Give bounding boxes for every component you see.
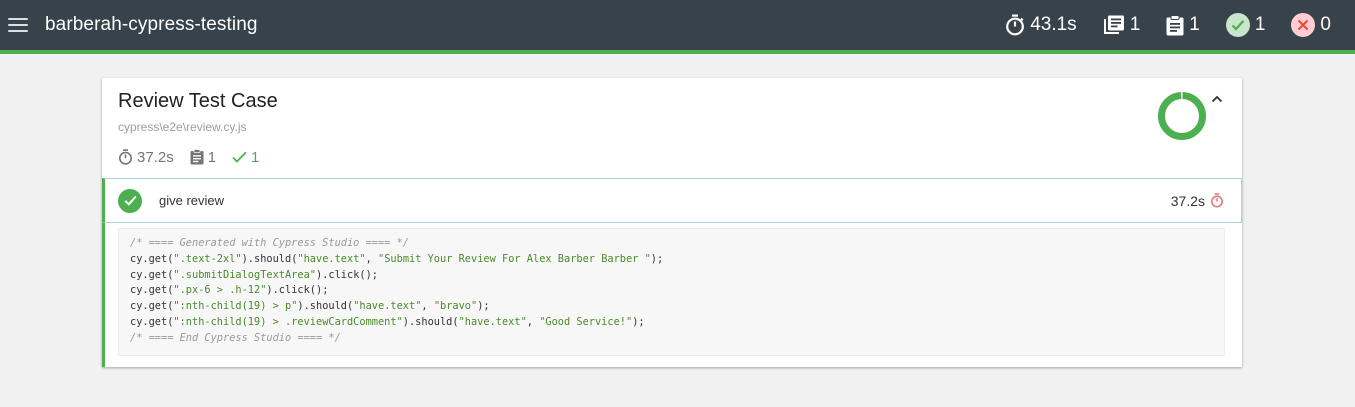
suite-title: Review Test Case — [118, 90, 278, 112]
test-duration-value: 37.2s — [1170, 192, 1205, 209]
code-string: ":nth-child(19) > p" — [173, 300, 298, 313]
code-string: "have.text" — [297, 252, 366, 265]
code-comment: /* ==== End Cypress Studio ==== */ — [130, 331, 341, 344]
code-token: , — [526, 315, 540, 328]
clipboard-icon — [1166, 14, 1184, 35]
suite-card: Review Test Case cypress\e2e\review.cy.j… — [102, 78, 1242, 367]
suite-duration-value: 37.2s — [137, 148, 174, 166]
passes-count: 1 — [1254, 14, 1266, 35]
code-string: "Good Service!" — [539, 315, 633, 328]
code-token: cy.get( — [130, 252, 174, 265]
tests-stat[interactable]: 1 — [1166, 14, 1200, 36]
menu-icon[interactable] — [8, 18, 28, 32]
test-status-bar — [102, 223, 105, 367]
code-string: ":nth-child(19) > .reviewCardComment" — [173, 315, 403, 328]
duration-stat: 43.1s — [1005, 14, 1077, 36]
test-duration: 37.2s — [1171, 179, 1224, 222]
failures-stat[interactable]: 0 — [1291, 13, 1331, 37]
code-string: "have.text" — [353, 300, 422, 313]
code-token: cy.get( — [130, 300, 174, 313]
suite-duration: 37.2s — [118, 149, 174, 166]
suite-passes-count: 1 — [251, 148, 260, 166]
code-string: ".submitDialogTextArea" — [173, 268, 316, 281]
duration-value: 43.1s — [1030, 14, 1077, 35]
code-token: cy.get( — [130, 284, 174, 297]
code-token: ).should( — [297, 300, 354, 313]
code-line: cy.get(".px-6 > .h-12").click(); — [130, 283, 1213, 299]
test-code-block: /* ==== Generated with Cypress Studio ==… — [118, 228, 1225, 356]
code-line: cy.get(".submitDialogTextArea").click(); — [130, 268, 1213, 284]
code-line: cy.get(".text-2xl").should("have.text", … — [130, 252, 1213, 268]
code-comment: /* ==== Generated with Cypress Studio ==… — [130, 237, 409, 249]
suite-passes: 1 — [232, 149, 259, 166]
check-icon — [232, 151, 247, 163]
suite-summary: 37.2s 1 1 — [118, 148, 259, 166]
code-token: ).should( — [241, 252, 298, 265]
code-line: /* ==== Generated with Cypress Studio ==… — [130, 236, 1213, 252]
library-books-icon — [1103, 15, 1124, 34]
code-string: "have.text" — [458, 315, 527, 328]
suite-tests-count: 1 — [207, 148, 217, 166]
code-token: ); — [632, 315, 645, 328]
code-token: ); — [477, 300, 490, 313]
code-token: cy.get( — [130, 315, 174, 328]
stopwatch-icon — [1211, 193, 1223, 208]
code-string: ".text-2xl" — [173, 252, 242, 265]
test-row-give-review[interactable]: give review 37.2s — [102, 178, 1242, 223]
code-token: , — [365, 252, 379, 265]
pass-rate-donut-chart — [1158, 92, 1206, 140]
code-line: /* ==== End Cypress Studio ==== */ — [130, 331, 1213, 347]
clipboard-icon — [190, 149, 204, 165]
code-token: cy.get( — [130, 268, 174, 281]
report-title: barberah-cypress-testing — [45, 14, 258, 35]
top-navbar: barberah-cypress-testing 43.1s 1 1 1 0 — [0, 0, 1355, 50]
close-circle-icon — [1291, 13, 1316, 37]
check-circle-icon — [118, 188, 142, 213]
check-circle-icon — [1225, 13, 1250, 37]
code-line: cy.get(":nth-child(19) > p").should("hav… — [130, 299, 1213, 315]
summary-stats: 43.1s 1 1 1 0 — [1005, 0, 1331, 50]
chevron-up-icon[interactable] — [1210, 92, 1224, 106]
passes-stat[interactable]: 1 — [1225, 13, 1266, 37]
pass-arc — [1158, 92, 1206, 140]
suite-file-path: cypress\e2e\review.cy.js — [118, 120, 247, 134]
navbar-status-bar — [0, 50, 1355, 54]
code-token: ); — [650, 252, 664, 265]
tests-count: 1 — [1189, 14, 1200, 35]
suite-tests: 1 — [190, 149, 216, 166]
code-token: ).click(); — [316, 268, 378, 281]
code-token: ).should( — [402, 315, 459, 328]
stopwatch-icon — [119, 149, 132, 165]
code-token: ).click(); — [266, 284, 329, 297]
code-line: cy.get(":nth-child(19) > .reviewCardComm… — [130, 315, 1213, 331]
code-string: ".px-6 > .h-12" — [173, 284, 267, 297]
test-title: give review — [159, 193, 225, 208]
suites-stat[interactable]: 1 — [1103, 14, 1141, 36]
code-token: , — [421, 300, 434, 313]
stopwatch-icon — [1006, 14, 1025, 36]
code-string: "Submit Your Review For Alex Barber Barb… — [378, 252, 651, 265]
code-string: "bravo" — [433, 300, 478, 313]
suites-count: 1 — [1129, 14, 1141, 35]
failures-count: 0 — [1320, 14, 1331, 35]
